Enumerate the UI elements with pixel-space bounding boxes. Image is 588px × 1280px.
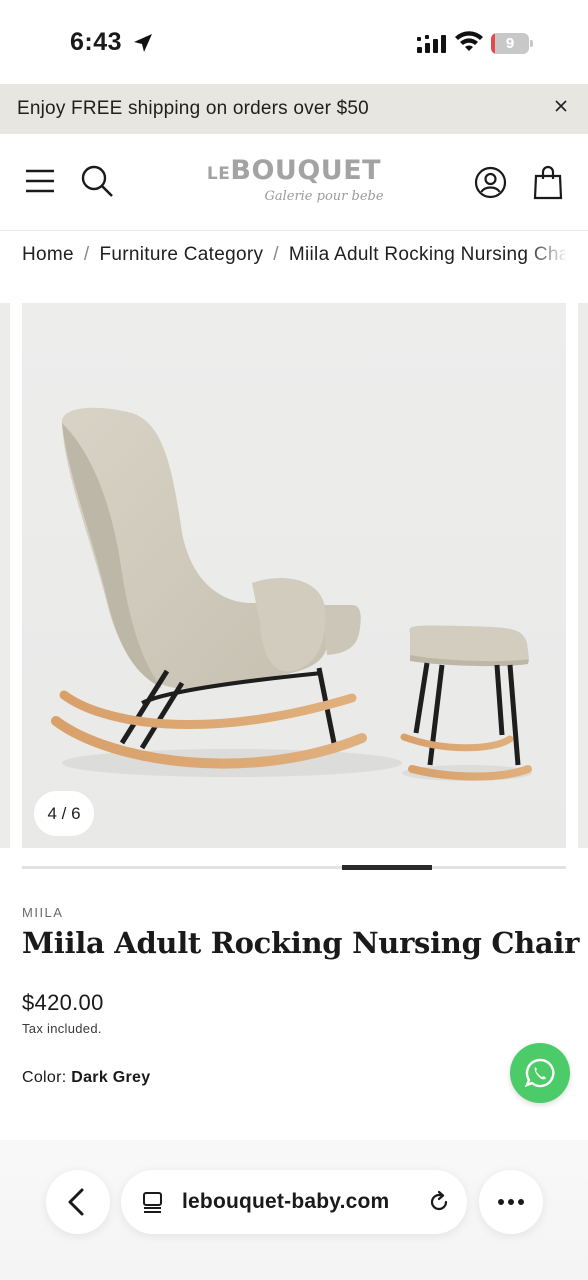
product-price: $420.00	[22, 990, 104, 1015]
more-button[interactable]	[479, 1170, 543, 1234]
account-icon[interactable]	[474, 166, 507, 199]
breadcrumb: Home / Furniture Category / Miila Adult Rock…	[22, 244, 566, 270]
gallery-next-peek[interactable]	[578, 303, 588, 848]
cellular-signal-icon	[417, 35, 446, 53]
whatsapp-icon	[524, 1058, 555, 1088]
back-button[interactable]	[46, 1170, 110, 1234]
tabs-icon[interactable]	[141, 1190, 165, 1214]
color-label: Color:	[22, 1069, 67, 1086]
wifi-icon	[455, 31, 483, 51]
breadcrumb-fade	[526, 244, 568, 270]
address-url: lebouquet-baby.com	[182, 1190, 390, 1213]
announcement-text: Enjoy FREE shipping on orders over $50	[17, 98, 369, 119]
breadcrumb-separator: /	[273, 244, 279, 265]
address-bar[interactable]: lebouquet-baby.com	[121, 1170, 467, 1234]
breadcrumb-current: Miila Adult Rocking Nursing Chair	[288, 244, 566, 265]
breadcrumb-home[interactable]: Home	[22, 244, 74, 265]
announcement-bar: Enjoy FREE shipping on orders over $50	[0, 84, 588, 134]
logo-subtitle: Galerie pour bebe	[264, 189, 384, 204]
breadcrumb-separator: /	[83, 244, 90, 265]
location-arrow-icon	[134, 34, 152, 52]
gallery-counter: 4 / 6	[34, 791, 94, 836]
color-option: Color: Dark Grey	[22, 1069, 150, 1087]
color-value: Dark Grey	[71, 1069, 151, 1086]
site-header: LEBOUQUET Galerie pour bebe	[0, 134, 588, 231]
gallery-prev-peek[interactable]	[0, 303, 10, 848]
whatsapp-button[interactable]	[510, 1043, 570, 1103]
battery-icon: 9	[491, 33, 533, 54]
status-bar: 6:43 9	[0, 0, 588, 84]
back-arrow-icon	[68, 1188, 84, 1216]
product-photo	[22, 303, 566, 848]
more-icon	[498, 1199, 524, 1205]
product-gallery[interactable]	[22, 303, 566, 848]
site-logo[interactable]: LEBOUQUET Galerie pour bebe	[192, 156, 396, 208]
search-icon[interactable]	[80, 164, 114, 198]
shopping-bag-icon[interactable]	[533, 164, 563, 200]
product-vendor[interactable]: MIILA	[22, 905, 63, 920]
tax-note: Tax included.	[22, 1021, 102, 1036]
battery-level: 9	[505, 35, 515, 52]
hamburger-menu-icon[interactable]	[24, 168, 56, 194]
reload-icon[interactable]	[427, 1190, 451, 1214]
breadcrumb-category[interactable]: Furniture Category	[99, 244, 263, 265]
product-title: Miila Adult Rocking Nursing Chair	[22, 926, 580, 960]
gallery-progress-track	[22, 866, 566, 869]
status-time: 6:43	[70, 28, 123, 56]
gallery-progress-thumb	[342, 865, 432, 870]
logo-wordmark: LEBOUQUET	[206, 155, 382, 186]
close-icon[interactable]	[551, 96, 571, 116]
